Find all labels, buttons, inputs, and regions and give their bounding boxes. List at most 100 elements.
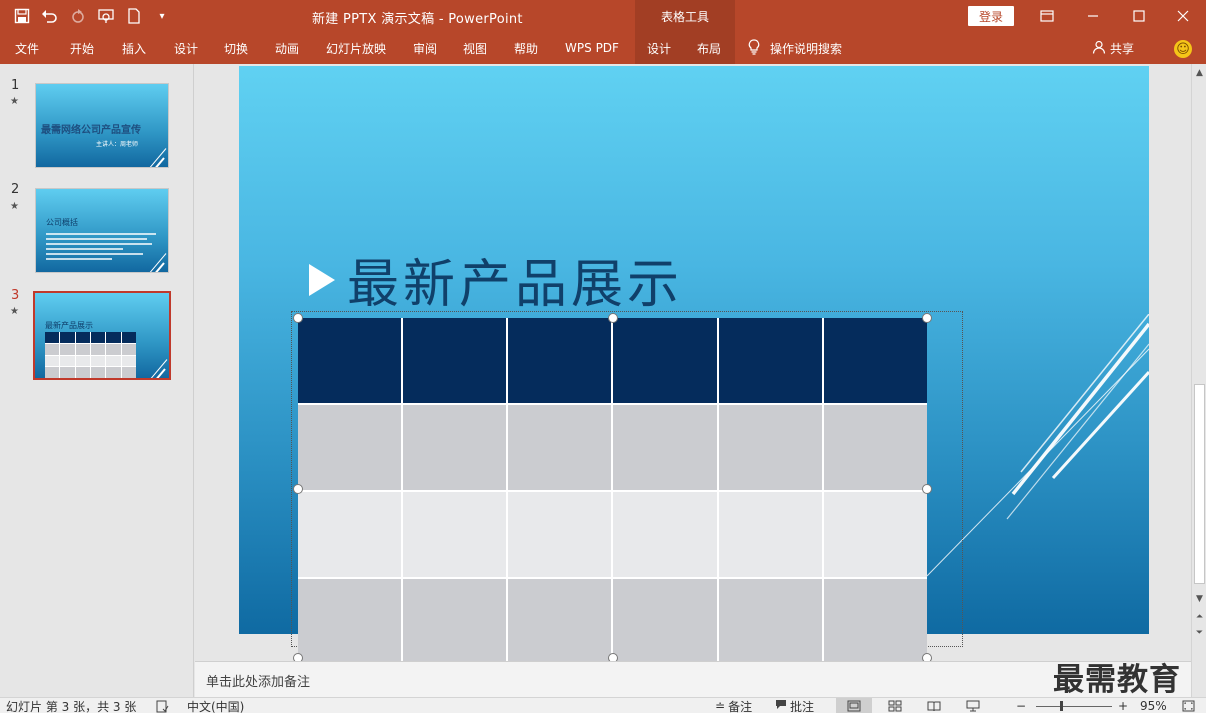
next-slide-icon[interactable]: ⏷ (1193, 626, 1206, 639)
table-cell[interactable] (403, 405, 507, 490)
reading-view-icon[interactable] (916, 698, 952, 713)
comment-icon (775, 699, 787, 713)
table-cell[interactable] (298, 492, 402, 577)
save-icon[interactable] (10, 5, 34, 27)
notes-toggle-label: 备注 (728, 699, 753, 713)
table-cell[interactable] (718, 579, 822, 661)
redo-icon[interactable] (66, 5, 90, 27)
language-indicator[interactable]: 中文(中国) (187, 698, 244, 713)
resize-handle-top-left[interactable] (293, 313, 303, 323)
zoom-out-button[interactable]: − (1016, 698, 1026, 713)
scroll-up-icon[interactable]: ▲ (1193, 66, 1206, 79)
table-cell[interactable] (508, 405, 612, 490)
watermark-text: 最需教育 (1053, 662, 1181, 698)
table-cell[interactable] (823, 405, 927, 490)
slide-thumbnail-1[interactable]: 最需网络公司产品宣传 主讲人：周老师 (35, 83, 169, 168)
resize-handle-bottom[interactable] (608, 653, 618, 661)
tab-slideshow[interactable]: 幻灯片放映 (318, 32, 394, 64)
ribbon-display-options-icon[interactable] (1024, 0, 1070, 32)
tab-animations[interactable]: 动画 (265, 32, 309, 64)
notes-icon: ≐ (715, 699, 726, 713)
normal-view-icon[interactable] (836, 698, 872, 713)
undo-icon[interactable] (38, 5, 62, 27)
slide-sorter-view-icon[interactable] (877, 698, 913, 713)
tab-view[interactable]: 视图 (453, 32, 497, 64)
comments-toggle-button[interactable]: 批注 (775, 698, 814, 713)
table-cell[interactable] (298, 405, 402, 490)
table-cell[interactable] (613, 579, 717, 661)
table-cell[interactable] (823, 318, 927, 403)
resize-handle-bottom-right[interactable] (922, 653, 932, 661)
maximize-icon[interactable] (1116, 0, 1162, 32)
share-button[interactable]: 共享 (1092, 32, 1134, 64)
table-cell[interactable] (613, 492, 717, 577)
zoom-level[interactable]: 95% (1140, 698, 1167, 713)
share-label: 共享 (1110, 41, 1135, 56)
login-button[interactable]: 登录 (968, 6, 1014, 26)
fit-to-window-icon[interactable] (1182, 698, 1195, 713)
table-cell[interactable] (298, 318, 402, 403)
present-icon[interactable] (94, 5, 118, 27)
scroll-down-icon[interactable]: ▼ (1193, 592, 1206, 605)
customize-icon[interactable]: ▾ (150, 5, 174, 27)
thumbnail-3-title: 最新产品展示 (45, 321, 93, 330)
title-bar: ▾ 新建 PPTX 演示文稿 - PowerPoint 表格工具 登录 (0, 0, 1206, 32)
spell-check-icon[interactable] (156, 698, 169, 713)
slide-count: 幻灯片 第 3 张，共 3 张 (6, 699, 137, 713)
table-cell[interactable] (298, 579, 402, 661)
thumbnail-decoration (144, 368, 166, 378)
zoom-slider-knob[interactable] (1060, 701, 1063, 711)
tell-me-search[interactable]: 操作说明搜索 (748, 32, 842, 64)
resize-handle-bottom-left[interactable] (293, 653, 303, 661)
tab-design[interactable]: 设计 (164, 32, 208, 64)
notes-pane[interactable]: 单击此处添加备注 (195, 661, 1191, 697)
minimize-icon[interactable] (1070, 0, 1116, 32)
tab-review[interactable]: 审阅 (403, 32, 447, 64)
table-cell[interactable] (613, 405, 717, 490)
tab-table-layout[interactable]: 布局 (683, 32, 735, 64)
close-icon[interactable] (1160, 0, 1206, 32)
tab-wps-pdf[interactable]: WPS PDF (558, 32, 626, 64)
slide-table[interactable] (298, 318, 927, 661)
slide-title-text: 最新产品展示 (347, 255, 684, 315)
resize-handle-top[interactable] (608, 313, 618, 323)
slideshow-view-icon[interactable] (955, 698, 991, 713)
resize-handle-top-right[interactable] (922, 313, 932, 323)
slide-thumbnail-2[interactable]: 公司概括 (35, 188, 169, 273)
table-cell[interactable] (718, 318, 822, 403)
slide-editing-area: 最新产品展示 (195, 64, 1191, 661)
resize-handle-left[interactable] (293, 484, 303, 494)
lightbulb-icon (748, 38, 760, 58)
zoom-in-button[interactable]: + (1118, 698, 1128, 713)
tab-table-design[interactable]: 设计 (635, 32, 683, 64)
vertical-scrollbar[interactable]: ▲ ▼ ⏶ ⏷ (1191, 64, 1206, 697)
table-cell[interactable] (718, 492, 822, 577)
scrollbar-thumb[interactable] (1194, 384, 1205, 584)
notes-toggle-button[interactable]: ≐ 备注 (715, 698, 752, 713)
table-cell[interactable] (508, 579, 612, 661)
zoom-slider-track[interactable] (1036, 706, 1112, 707)
new-doc-icon[interactable] (122, 5, 146, 27)
feedback-smiley-icon[interactable]: ☺ (1174, 40, 1192, 58)
table-cell[interactable] (508, 318, 612, 403)
table-cell[interactable] (403, 318, 507, 403)
previous-slide-icon[interactable]: ⏶ (1193, 610, 1206, 623)
tab-home[interactable]: 开始 (60, 32, 104, 64)
slide-thumbnail-3[interactable]: 最新产品展示 (33, 291, 171, 380)
resize-handle-right[interactable] (922, 484, 932, 494)
tab-help[interactable]: 帮助 (504, 32, 548, 64)
table-cell[interactable] (508, 492, 612, 577)
table-cell[interactable] (823, 492, 927, 577)
table-cell[interactable] (403, 492, 507, 577)
notes-placeholder: 单击此处添加备注 (206, 675, 311, 690)
tab-transitions[interactable]: 切换 (214, 32, 258, 64)
tab-insert[interactable]: 插入 (112, 32, 156, 64)
table-cell[interactable] (403, 579, 507, 661)
tab-file[interactable]: 文件 (6, 32, 48, 64)
table-cell[interactable] (718, 405, 822, 490)
slide-title[interactable]: 最新产品展示 (309, 242, 683, 317)
table-cell[interactable] (823, 579, 927, 661)
animation-star-icon: ★ (10, 201, 19, 212)
table-cell[interactable] (613, 318, 717, 403)
ribbon-tab-bar: 文件 开始 插入 设计 切换 动画 幻灯片放映 审阅 视图 帮助 WPS PDF… (0, 32, 1206, 64)
